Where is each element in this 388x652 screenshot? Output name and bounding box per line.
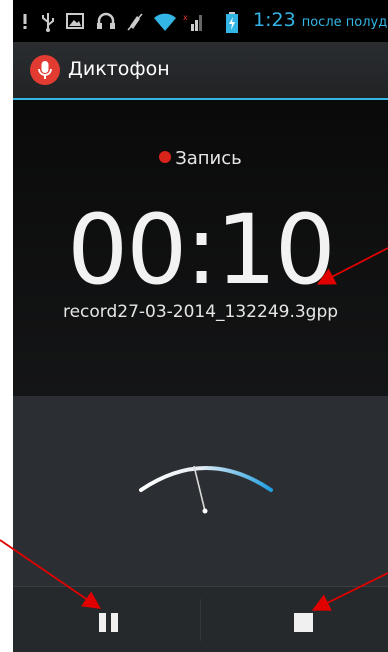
recording-status: Запись <box>13 148 388 169</box>
level-meter-panel <box>13 396 388 586</box>
mute-icon <box>127 13 143 31</box>
level-meter-arc <box>139 466 273 492</box>
recording-timer: 00:10 <box>67 194 336 306</box>
stop-icon <box>294 613 313 632</box>
signal-icon: x <box>183 13 202 31</box>
status-time: 1:23 после полудня <box>253 9 388 31</box>
level-meter <box>139 465 273 514</box>
svg-text:x: x <box>183 13 188 22</box>
headset-icon <box>97 12 115 29</box>
pause-icon <box>99 613 106 632</box>
record-dot-icon <box>159 151 172 163</box>
action-bar: Диктофон <box>13 42 388 100</box>
phone-screen: x 1:23 после полудня Диктофон Запись <box>13 0 388 652</box>
status-time-suffix: после полудня <box>301 15 388 30</box>
status-time-value: 1:23 <box>253 9 296 31</box>
stop-button[interactable] <box>201 587 388 652</box>
alert-icon <box>23 14 27 29</box>
recording-filename: record27-03-2014_132249.3gpp <box>62 302 339 322</box>
recording-panel: Запись 00:10 record27-03-2014_132249.3gp… <box>13 100 388 396</box>
level-meter-pivot <box>202 508 208 514</box>
level-meter-needle <box>193 465 206 512</box>
wifi-icon <box>154 13 176 31</box>
app-title: Диктофон <box>68 58 170 80</box>
usb-icon <box>42 13 54 32</box>
recording-status-label: Запись <box>175 148 242 169</box>
pause-icon-bar <box>111 613 118 632</box>
image-icon <box>66 13 84 29</box>
status-bar: x 1:23 после полудня <box>13 0 388 42</box>
battery-icon <box>226 12 238 33</box>
control-bar <box>13 586 388 652</box>
microphone-icon[interactable] <box>30 55 60 85</box>
pause-button[interactable] <box>13 587 200 652</box>
